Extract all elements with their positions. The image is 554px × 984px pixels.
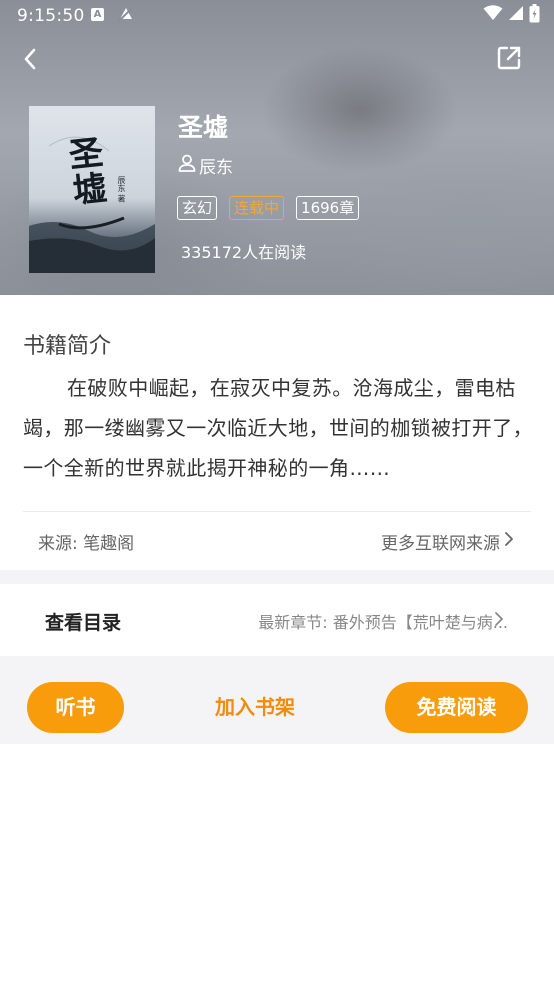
source-label: 来源: 笔趣阁 xyxy=(38,534,135,554)
divider xyxy=(23,511,531,512)
more-sources-link[interactable]: 更多互联网来源 xyxy=(381,529,514,554)
catalog-row[interactable]: 查看目录 最新章节: 番外预告【荒叶楚与病... xyxy=(0,584,554,656)
notification-a-icon: A xyxy=(91,8,104,21)
wifi-icon xyxy=(483,5,503,25)
chapter-count-tag: 1696章 xyxy=(296,196,360,220)
catalog-label: 查看目录 xyxy=(45,612,122,634)
battery-icon xyxy=(529,3,540,27)
chevron-left-icon xyxy=(23,48,37,74)
section-separator xyxy=(0,570,554,584)
add-to-shelf-button[interactable]: 加入书架 xyxy=(205,682,305,733)
status-time: 9:15:50 xyxy=(17,6,85,26)
book-header-background: 9:15:50 A 圣墟 辰东 著 圣墟 辰东 玄幻 连载中 1696章 335… xyxy=(0,0,554,295)
cover-title: 圣墟 xyxy=(67,132,109,212)
book-cover[interactable]: 圣墟 辰东 著 xyxy=(29,106,155,273)
intro-text[interactable]: 在破败中崛起，在寂灭中复苏。沧海成尘，雷电枯竭，那一缕幽雾又一次临近大地，世间的… xyxy=(23,368,535,488)
listen-button[interactable]: 听书 xyxy=(27,682,124,733)
author-row[interactable]: 辰东 xyxy=(178,153,233,178)
notification-shield-icon xyxy=(117,5,135,23)
external-share-icon xyxy=(496,45,522,75)
status-icons xyxy=(483,3,540,27)
intro-heading: 书籍简介 xyxy=(23,334,112,359)
free-read-button[interactable]: 免费阅读 xyxy=(385,682,528,733)
chevron-right-icon xyxy=(494,611,504,631)
status-bar: 9:15:50 A xyxy=(0,0,554,32)
chevron-right-icon xyxy=(504,531,514,552)
signal-icon xyxy=(508,5,524,25)
latest-chapter: 最新章节: 番外预告【荒叶楚与病... xyxy=(258,613,508,632)
person-icon xyxy=(178,154,196,177)
action-bar: 听书 加入书架 免费阅读 xyxy=(0,656,554,744)
reader-count: 335172人在阅读 xyxy=(181,243,307,262)
genre-tag: 玄幻 xyxy=(177,196,218,220)
more-sources-label: 更多互联网来源 xyxy=(381,534,500,554)
author-name: 辰东 xyxy=(199,158,233,178)
share-button[interactable] xyxy=(494,45,524,75)
cover-author: 辰东 著 xyxy=(117,176,126,203)
book-tags: 玄幻 连载中 1696章 xyxy=(177,196,360,220)
book-title: 圣墟 xyxy=(178,113,229,142)
back-button[interactable] xyxy=(16,47,44,75)
serial-status-tag: 连载中 xyxy=(229,196,285,220)
